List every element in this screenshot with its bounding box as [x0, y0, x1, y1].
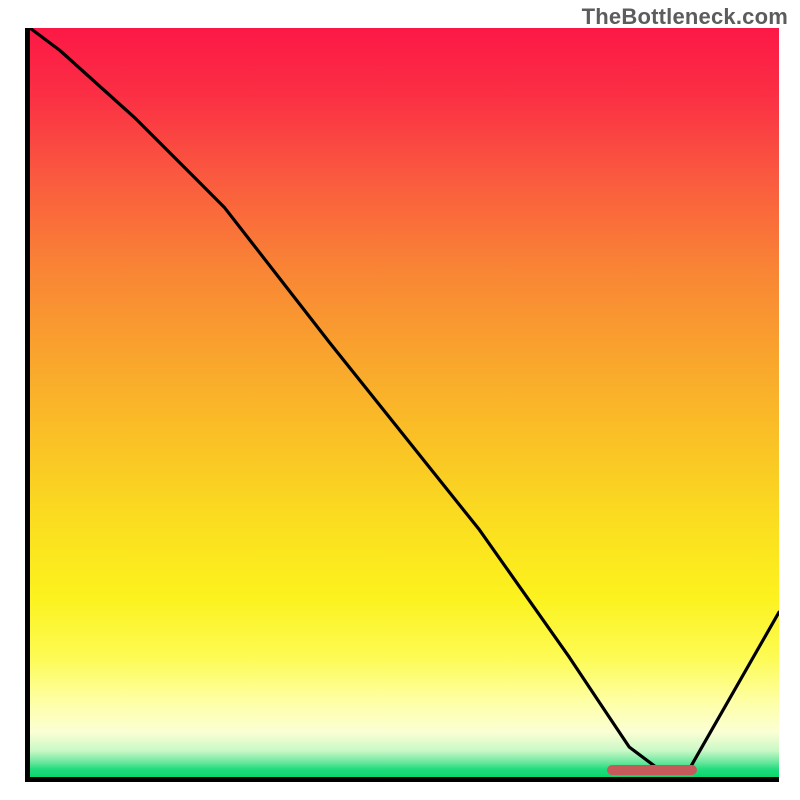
bottleneck-curve [30, 28, 779, 777]
minimum-band-marker [607, 765, 697, 775]
attribution-text: TheBottleneck.com [582, 4, 788, 30]
plot-area [25, 28, 779, 782]
chart-container: TheBottleneck.com [0, 0, 800, 800]
